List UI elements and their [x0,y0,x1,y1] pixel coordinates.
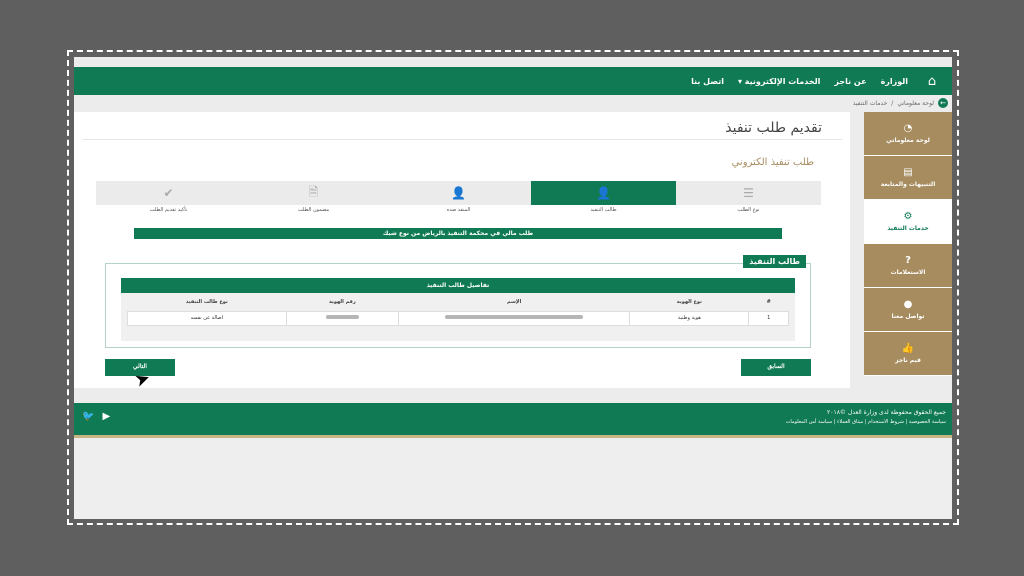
table-header: نوع الهوية [676,298,702,305]
breadcrumb-item[interactable]: خدمات التنفيذ [853,100,888,107]
twitter-icon[interactable]: 🐦 [82,411,94,422]
sidebar: ◔ لوحة معلوماتي ▤ التنبيهات والمتابعة ⚙ … [864,112,952,376]
document-icon: ▤ [903,167,913,178]
user-icon: 👤 [451,186,466,200]
sidebar-item-inquiries[interactable]: ? الاستعلامات [864,244,952,288]
grid-icon: ☰ [743,186,754,200]
page: ⌂ الوزارة عن ناجز الخدمات الإلكترونية ▾ … [74,57,952,519]
page-subtitle: طلب تنفيذ الكتروني [731,157,814,168]
youtube-icon[interactable]: ▶ [102,411,110,422]
table-header: # [766,298,771,305]
bottom-area [74,438,952,519]
file-icon: 🗎 [308,184,319,199]
gears-icon: ⚙ [903,211,913,222]
divider [82,139,842,140]
copyright: جميع الحقوق محفوظة لدى وزارة العدل ©٢٠١٨ [827,409,946,416]
user-icon: 👤 [596,186,611,200]
nav-contact[interactable]: اتصل بنا [691,77,724,86]
step-labels: نوع الطلب طالب التنفيذ المنفذ ضده مضمون … [149,207,760,213]
requester-fieldset: طالب التنفيذ تفاصيل طالب التنفيذ # نوع ا… [105,255,811,348]
nav-eservices[interactable]: الخدمات الإلكترونية ▾ [738,77,820,86]
sidebar-item-rate[interactable]: 👍 قيم ناجز [864,332,952,376]
arrow-icon[interactable]: ← [938,98,948,108]
social-links: ▶ 🐦 [82,411,110,422]
footer: جميع الحقوق محفوظة لدى وزارة العدل ©٢٠١٨… [74,403,952,435]
sidebar-item-dashboard[interactable]: ◔ لوحة معلوماتي [864,112,952,156]
table-row: 1 هوية وطنية اصالة عن نفسه [127,310,789,326]
sidebar-item-execution[interactable]: ⚙ خدمات التنفيذ [864,200,952,244]
table-header: الإسم [507,298,522,305]
table-header: نوع طالب التنفيذ [185,298,228,305]
question-icon: ? [905,255,911,266]
sidebar-item-notifications[interactable]: ▤ التنبيهات والمتابعة [864,156,952,200]
thumbs-up-icon: 👍 [901,343,915,354]
footer-links[interactable]: سياسة الخصوصية | شروط الاستخدام | ميثاق … [786,419,946,425]
panel-title: تفاصيل طالب التنفيذ [121,278,795,293]
page-title: تقديم طلب تنفيذ [725,120,822,136]
requester-table: # نوع الهوية الإسم رقم الهوية نوع طالب ا… [127,293,789,326]
request-banner: طلب مالي في محكمة التنفيذ بالرياض من نوع… [134,228,782,239]
redacted-text [445,315,584,319]
breadcrumb-item[interactable]: لوحة معلوماتي [897,100,934,107]
step-requester[interactable]: 👤 [531,181,676,205]
table-header: رقم الهوية [328,298,356,305]
step-request-type[interactable]: ☰ [676,181,821,205]
previous-button[interactable]: السابق [741,359,811,376]
redacted-text [325,315,360,319]
step-bar: ☰ 👤 👤 🗎 ✔ [96,181,821,205]
dashboard-icon: ◔ [903,123,913,134]
nav-about[interactable]: عن ناجز [834,77,866,86]
blurred-name [398,310,631,326]
step-content[interactable]: 🗎 [241,181,386,205]
sidebar-item-contact[interactable]: ● تواصل معنا [864,288,952,332]
top-navbar: ⌂ الوزارة عن ناجز الخدمات الإلكترونية ▾ … [74,67,952,95]
fieldset-legend: طالب التنفيذ [743,255,806,268]
step-confirm[interactable]: ✔ [96,181,241,205]
breadcrumb: ← لوحة معلوماتي / خدمات التنفيذ [74,96,952,110]
check-icon: ✔ [163,186,174,200]
step-defendant[interactable]: 👤 [386,181,531,205]
nav-ministry[interactable]: الوزارة [881,77,908,86]
main-content: تقديم طلب تنفيذ طلب تنفيذ الكتروني ☰ 👤 👤… [74,112,850,388]
home-icon[interactable]: ⌂ [922,74,942,89]
blurred-id [285,310,400,326]
requester-details-panel: تفاصيل طالب التنفيذ # نوع الهوية الإسم ر… [121,278,795,341]
chat-icon: ● [903,299,913,310]
